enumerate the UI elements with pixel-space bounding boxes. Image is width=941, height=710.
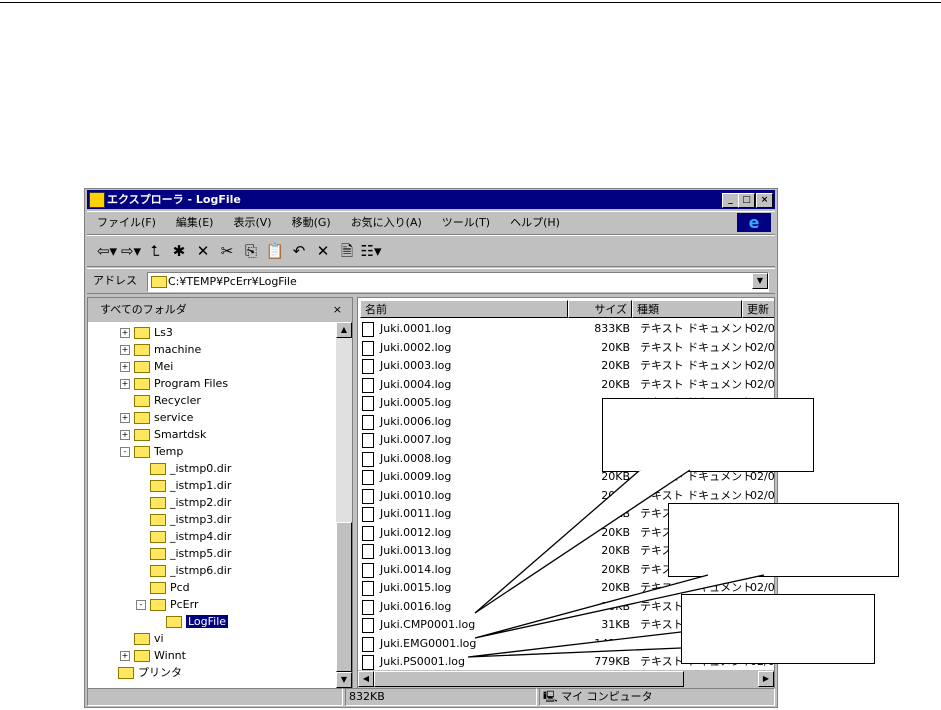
- callout-pointers: [467, 469, 765, 658]
- pointer-ps: [467, 631, 682, 658]
